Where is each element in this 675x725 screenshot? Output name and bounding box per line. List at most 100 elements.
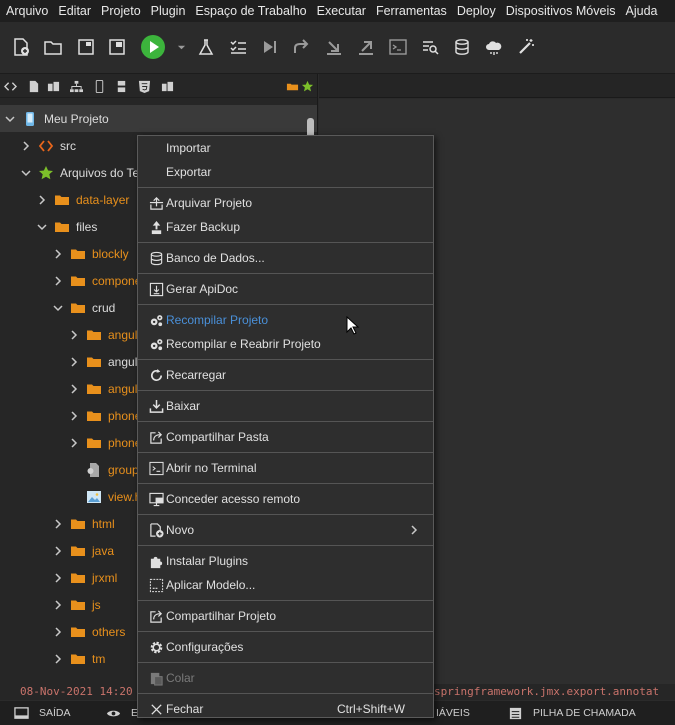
plugin-icon bbox=[148, 553, 164, 569]
favorite-star-icon[interactable] bbox=[300, 78, 314, 94]
download-icon bbox=[148, 398, 164, 414]
tab-variaveis[interactable]: IÁVEIS bbox=[436, 701, 470, 725]
save-window-icon[interactable] bbox=[106, 36, 128, 58]
run-icon[interactable] bbox=[140, 34, 166, 60]
tree-item-meu-projeto[interactable]: Meu Projeto bbox=[0, 105, 317, 132]
menu-item-arquivar-projeto[interactable]: Arquivar Projeto bbox=[138, 191, 433, 215]
menu-separator bbox=[138, 187, 433, 188]
menu-item-conceder-acesso-remoto[interactable]: Conceder acesso remoto bbox=[138, 487, 433, 511]
menu-item-importar[interactable]: Importar bbox=[138, 136, 433, 160]
chevron-down-icon[interactable] bbox=[20, 167, 32, 179]
menu-item-recompilar-e-reabrir-projeto[interactable]: Recompilar e Reabrir Projeto bbox=[138, 332, 433, 356]
menu-item-recompilar-projeto[interactable]: Recompilar Projeto bbox=[138, 308, 433, 332]
chevron-right-icon[interactable] bbox=[52, 572, 64, 584]
redo-icon[interactable] bbox=[290, 36, 312, 58]
menu-espaco-de-trabalho[interactable]: Espaço de Trabalho bbox=[190, 0, 311, 22]
backup-icon bbox=[148, 219, 164, 235]
folder-icon bbox=[54, 192, 70, 208]
apidoc-icon bbox=[148, 281, 164, 297]
html5-icon[interactable] bbox=[137, 78, 151, 94]
menu-projeto[interactable]: Projeto bbox=[96, 0, 146, 22]
upload-icon[interactable] bbox=[355, 36, 377, 58]
menu-editar[interactable]: Editar bbox=[53, 0, 96, 22]
new-project-icon[interactable] bbox=[10, 36, 32, 58]
tab-e[interactable]: E bbox=[106, 701, 138, 725]
database-icon bbox=[148, 250, 164, 266]
menu-item-recarregar[interactable]: Recarregar bbox=[138, 363, 433, 387]
mouse-cursor-icon bbox=[346, 316, 360, 335]
menu-ferramentas[interactable]: Ferramentas bbox=[371, 0, 452, 22]
server-icon[interactable] bbox=[114, 78, 128, 94]
menu-executar[interactable]: Executar bbox=[312, 0, 371, 22]
terminal-icon[interactable] bbox=[387, 36, 409, 58]
search-list-icon[interactable] bbox=[419, 36, 441, 58]
chevron-right-icon[interactable] bbox=[68, 329, 80, 341]
menu-item-gerar-apidoc[interactable]: Gerar ApiDoc bbox=[138, 277, 433, 301]
menu-separator bbox=[138, 631, 433, 632]
menu-item-banco-de-dados[interactable]: Banco de Dados... bbox=[138, 246, 433, 270]
chevron-right-icon[interactable] bbox=[68, 437, 80, 449]
chevron-right-icon[interactable] bbox=[52, 248, 64, 260]
main-toolbar bbox=[0, 22, 675, 74]
chevron-right-icon[interactable] bbox=[68, 383, 80, 395]
menu-dispositivos-moveis[interactable]: Dispositivos Móveis bbox=[501, 0, 621, 22]
tree-item-label: js bbox=[92, 597, 101, 612]
magic-wand-icon[interactable] bbox=[515, 36, 537, 58]
flask-icon[interactable] bbox=[195, 36, 217, 58]
menu-item-aplicar-modelo[interactable]: Aplicar Modelo... bbox=[138, 573, 433, 597]
chevron-right-icon[interactable] bbox=[52, 275, 64, 287]
menu-separator bbox=[138, 545, 433, 546]
code-icon[interactable] bbox=[3, 78, 17, 94]
chevron-right-icon[interactable] bbox=[36, 194, 48, 206]
chevron-down-icon[interactable] bbox=[36, 221, 48, 233]
menu-item-label: Recarregar bbox=[166, 368, 227, 382]
menu-item-configuracoes[interactable]: Configurações bbox=[138, 635, 433, 659]
chevron-down-icon[interactable] bbox=[52, 302, 64, 314]
tab-saida[interactable]: SAÍDA bbox=[14, 701, 71, 725]
cloud-icon[interactable] bbox=[483, 36, 505, 58]
chevron-down-icon[interactable] bbox=[4, 113, 16, 125]
menu-separator bbox=[138, 662, 433, 663]
chevron-right-icon[interactable] bbox=[68, 356, 80, 368]
chevron-right-icon[interactable] bbox=[52, 545, 64, 557]
menu-item-compartilhar-pasta[interactable]: Compartilhar Pasta bbox=[138, 425, 433, 449]
download-icon[interactable] bbox=[323, 36, 345, 58]
sitemap-icon[interactable] bbox=[69, 78, 83, 94]
menu-deploy[interactable]: Deploy bbox=[452, 0, 501, 22]
folder-badge-icon[interactable] bbox=[285, 78, 299, 94]
menu-arquivo[interactable]: Arquivo bbox=[0, 0, 53, 22]
menu-item-abrir-no-terminal[interactable]: Abrir no Terminal bbox=[138, 456, 433, 480]
menu-plugin[interactable]: Plugin bbox=[146, 0, 191, 22]
chevron-right-icon[interactable] bbox=[52, 518, 64, 530]
chevron-right-icon[interactable] bbox=[52, 599, 64, 611]
star-icon bbox=[38, 165, 54, 181]
checklist-icon[interactable] bbox=[227, 36, 249, 58]
menu-ajuda[interactable]: Ajuda bbox=[621, 0, 663, 22]
menu-item-fazer-backup[interactable]: Fazer Backup bbox=[138, 215, 433, 239]
tab-pilha-de-chamada[interactable]: PILHA DE CHAMADA bbox=[508, 701, 636, 725]
menu-item-baixar[interactable]: Baixar bbox=[138, 394, 433, 418]
chevron-right-icon[interactable] bbox=[68, 410, 80, 422]
menu-item-fechar[interactable]: Fechar Ctrl+Shift+W bbox=[138, 697, 433, 721]
folder-icon bbox=[70, 516, 86, 532]
database-icon[interactable] bbox=[451, 36, 473, 58]
tab-pilha-label: PILHA DE CHAMADA bbox=[533, 707, 636, 719]
dropdown-arrow-icon[interactable] bbox=[174, 36, 188, 58]
chevron-right-icon[interactable] bbox=[20, 140, 32, 152]
blocks-icon-2[interactable] bbox=[160, 78, 174, 94]
open-folder-icon[interactable] bbox=[42, 36, 64, 58]
mobile-icon[interactable] bbox=[92, 78, 106, 94]
gear-icon bbox=[148, 639, 164, 655]
menu-item-instalar-plugins[interactable]: Instalar Plugins bbox=[138, 549, 433, 573]
chevron-right-icon[interactable] bbox=[52, 653, 64, 665]
file-icon[interactable] bbox=[26, 78, 40, 94]
folder-icon bbox=[54, 219, 70, 235]
menu-item-exportar[interactable]: Exportar bbox=[138, 160, 433, 184]
step-icon[interactable] bbox=[259, 36, 281, 58]
menu-item-compartilhar-projeto[interactable]: Compartilhar Projeto bbox=[138, 604, 433, 628]
blocks-icon[interactable] bbox=[46, 78, 60, 94]
menu-item-novo[interactable]: Novo bbox=[138, 518, 433, 542]
chevron-right-icon[interactable] bbox=[52, 626, 64, 638]
terminal-icon bbox=[148, 460, 164, 476]
window-icon[interactable] bbox=[75, 36, 97, 58]
